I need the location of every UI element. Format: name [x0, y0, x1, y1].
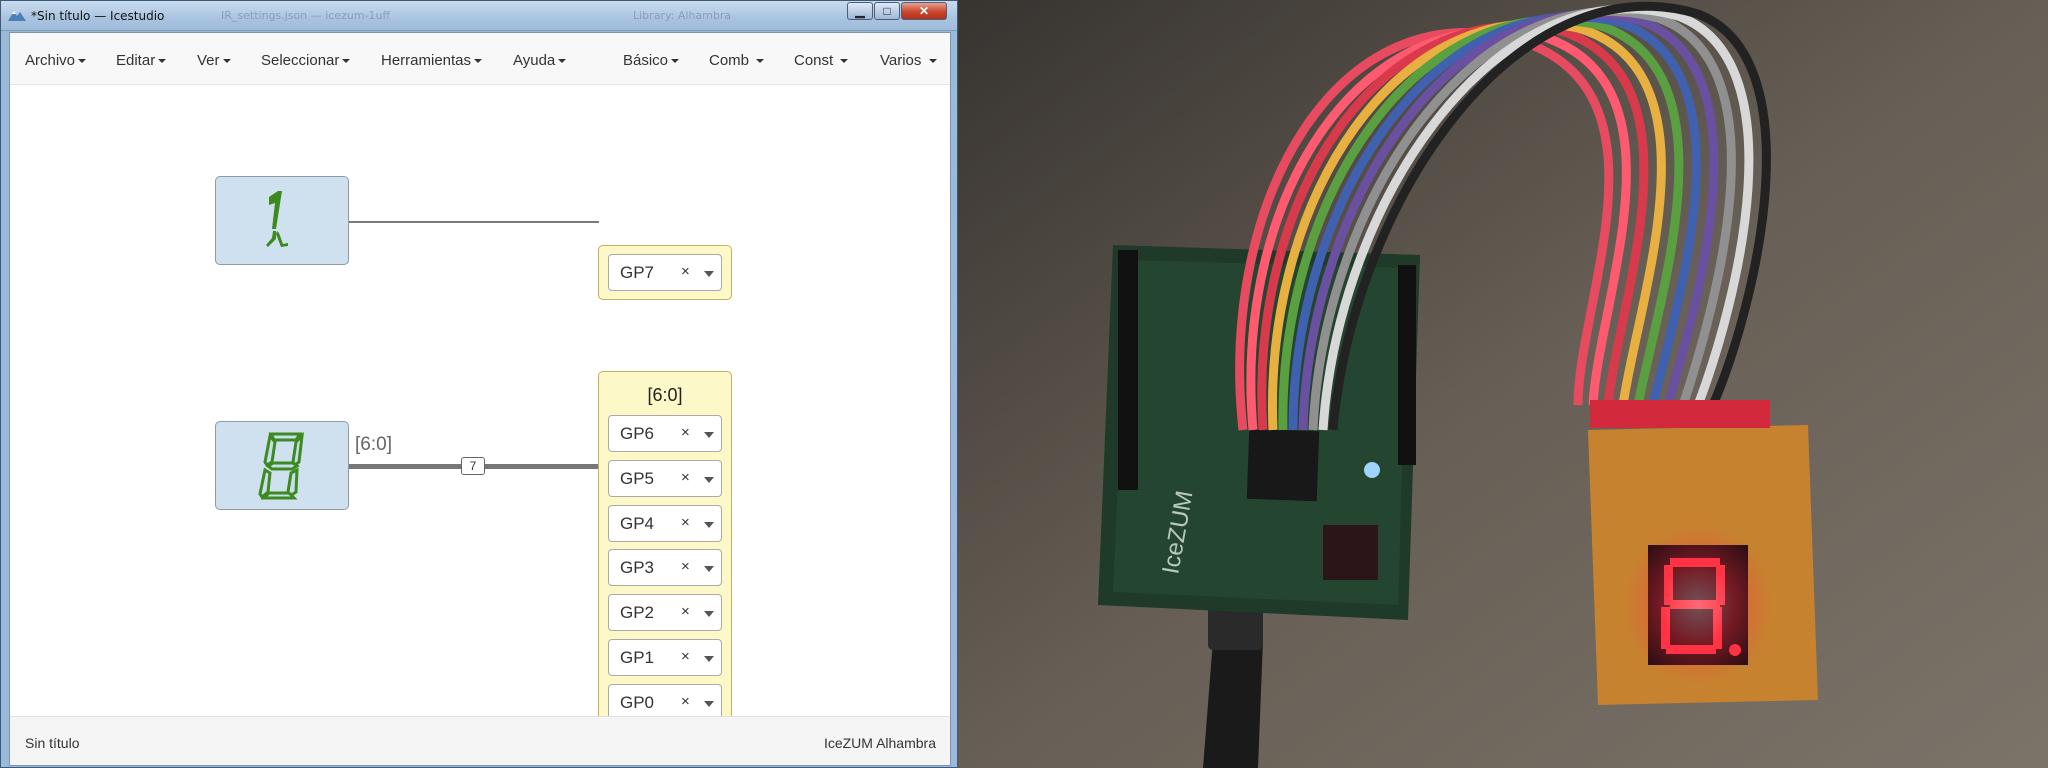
output-bus-range: [6:0]: [647, 385, 683, 405]
pin-label: GP0: [620, 693, 655, 712]
icestudio-window: *Sin título — Icestudio IR_settings.json…: [0, 0, 958, 768]
clear-icon[interactable]: ×: [681, 693, 690, 710]
icestudio-logo-icon: [8, 11, 26, 21]
pin-label: GP4: [620, 514, 655, 533]
menu-ayuda[interactable]: Ayuda: [513, 52, 567, 69]
caret-down-icon: [158, 59, 167, 64]
pin-select-gp7[interactable]: GP7 ×: [608, 254, 722, 291]
hardware-photo: IceZUM: [958, 0, 2048, 768]
menu-label: Herramientas: [381, 52, 472, 69]
pin-label: GP2: [620, 603, 655, 622]
menu-const[interactable]: Const: [794, 52, 849, 69]
chevron-down-icon[interactable]: [704, 522, 714, 528]
menu-label: Básico: [623, 52, 669, 69]
minimize-button[interactable]: ▁: [847, 2, 873, 20]
app-client-area: Archivo Editar Ver Seleccionar Herramien…: [9, 32, 951, 766]
status-filename: Sin título: [25, 735, 80, 751]
pin-label: GP6: [620, 424, 655, 443]
perfboard: [1588, 400, 1818, 705]
close-button[interactable]: ✕: [901, 2, 947, 20]
menu-label: Editar: [116, 52, 156, 69]
pin-select-gp2[interactable]: GP2 ×: [608, 594, 722, 631]
output-pin-block[interactable]: GP7 ×: [598, 245, 732, 300]
pin-select-gp4[interactable]: GP4 ×: [608, 505, 722, 542]
pin-select-gp3[interactable]: GP3 ×: [608, 549, 722, 586]
menu-label: Ver: [197, 52, 220, 69]
pin-label: GP5: [620, 469, 655, 488]
menu-label: Comb: [709, 52, 750, 69]
caret-down-icon: [222, 59, 231, 64]
menu-label: Seleccionar: [261, 52, 340, 69]
seven-segment-block-one[interactable]: [215, 176, 349, 265]
menu-editar[interactable]: Editar: [116, 52, 167, 69]
clear-icon[interactable]: ×: [681, 469, 690, 486]
clear-icon[interactable]: ×: [681, 558, 690, 575]
chevron-down-icon[interactable]: [704, 701, 714, 707]
menu-label: Const: [794, 52, 834, 69]
wire-single[interactable]: [349, 221, 599, 223]
menu-ver[interactable]: Ver: [197, 52, 231, 69]
menu-varios[interactable]: Varios: [880, 52, 937, 69]
pin-label: GP7: [620, 263, 655, 282]
clear-icon[interactable]: ×: [681, 603, 690, 620]
caret-down-icon: [756, 59, 765, 64]
menu-label: Varios: [880, 52, 922, 69]
maximize-button[interactable]: □: [874, 2, 900, 20]
menu-comb[interactable]: Comb: [709, 52, 765, 69]
chevron-down-icon[interactable]: [704, 271, 714, 277]
caret-down-icon: [671, 59, 680, 64]
clear-icon[interactable]: ×: [681, 514, 690, 531]
usb-cable: [1203, 640, 1263, 768]
background-tab-title: Library: Alhambra: [633, 9, 732, 22]
pin-header-right: [1398, 265, 1416, 465]
caret-down-icon: [558, 59, 567, 64]
clear-icon[interactable]: ×: [681, 648, 690, 665]
menu-archivo[interactable]: Archivo: [25, 52, 87, 69]
pin-label: GP3: [620, 558, 655, 577]
chevron-down-icon[interactable]: [704, 432, 714, 438]
pin-header-left: [1118, 250, 1138, 490]
caret-down-icon: [840, 59, 849, 64]
menu-label: Archivo: [25, 52, 76, 69]
design-canvas[interactable]: [6:0] 7 GP7 × [6:0] GP6 × GP5 × GP4 × GP…: [10, 86, 950, 729]
status-led: [1364, 462, 1380, 478]
caret-down-icon: [78, 59, 87, 64]
caret-down-icon: [928, 59, 937, 64]
clear-icon[interactable]: ×: [681, 263, 690, 280]
caret-down-icon: [474, 59, 483, 64]
bus-range-label: [6:0]: [355, 434, 392, 455]
pin-select-gp5[interactable]: GP5 ×: [608, 460, 722, 497]
chevron-down-icon[interactable]: [704, 566, 714, 572]
pin-select-gp1[interactable]: GP1 ×: [608, 639, 722, 676]
menu-label: Ayuda: [513, 52, 556, 69]
status-board-name[interactable]: IceZUM Alhambra: [824, 735, 936, 751]
menu-seleccionar[interactable]: Seleccionar: [261, 52, 351, 69]
header-connector: [1590, 400, 1770, 428]
caret-down-icon: [342, 59, 351, 64]
clear-icon[interactable]: ×: [681, 424, 690, 441]
seven-segment-block-eight[interactable]: [215, 421, 349, 510]
menu-basico[interactable]: Básico: [623, 52, 680, 69]
pin-label: GP1: [620, 648, 655, 667]
digit-eight-icon: [258, 431, 304, 500]
pin-select-gp6[interactable]: GP6 ×: [608, 415, 722, 452]
window-titlebar[interactable]: *Sin título — Icestudio IR_settings.json…: [1, 1, 957, 31]
bus-width-badge: 7: [461, 457, 485, 475]
status-bar: Sin título IceZUM Alhambra: [10, 716, 950, 765]
window-title: *Sin título — Icestudio: [31, 9, 165, 23]
chevron-down-icon[interactable]: [704, 656, 714, 662]
output-bus-block[interactable]: [6:0] GP6 × GP5 × GP4 × GP3 × GP2 × GP1 …: [598, 371, 732, 729]
fpga-chip: [1246, 428, 1320, 502]
menu-herramientas[interactable]: Herramientas: [381, 52, 483, 69]
background-tab-title: IR_settings.json — icezum-1uff: [221, 9, 391, 22]
power-jack: [1323, 525, 1378, 580]
chevron-down-icon[interactable]: [704, 477, 714, 483]
digit-one-icon: [266, 191, 288, 247]
menu-bar: Archivo Editar Ver Seleccionar Herramien…: [10, 33, 950, 85]
chevron-down-icon[interactable]: [704, 611, 714, 617]
